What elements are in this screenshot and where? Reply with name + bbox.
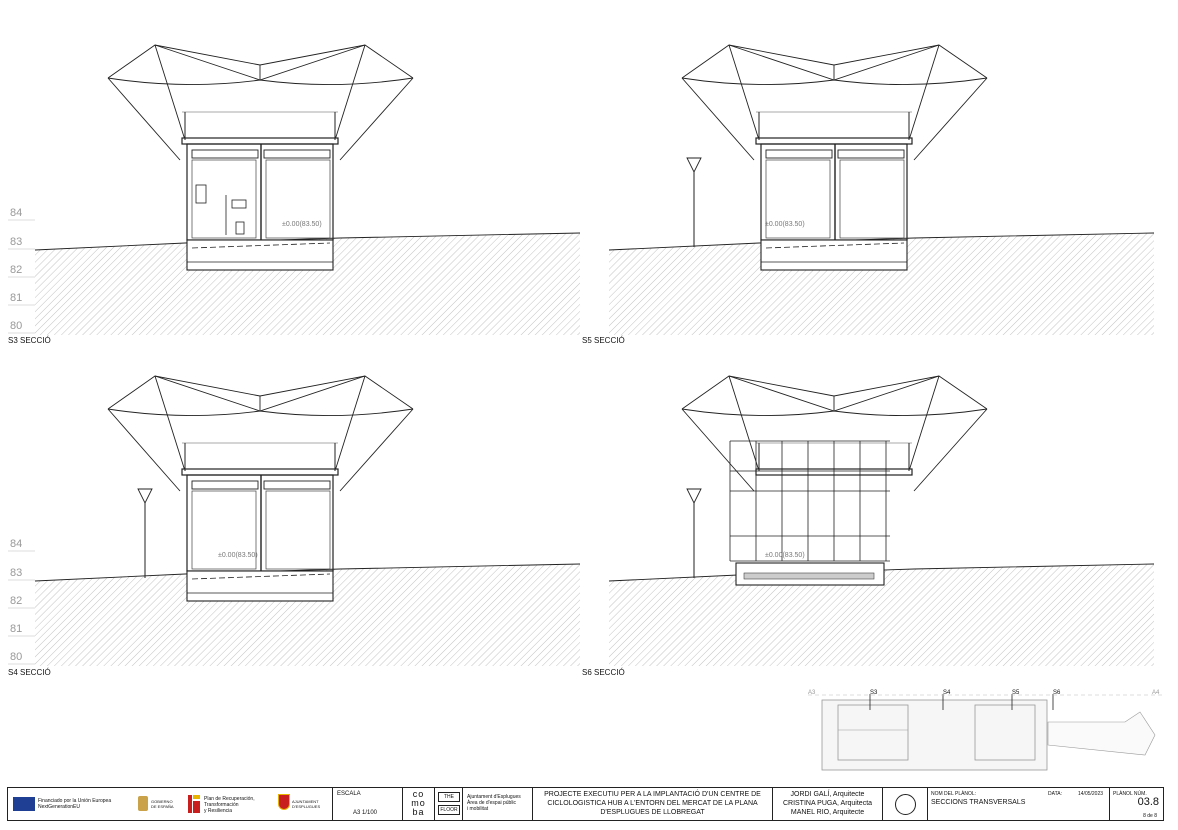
mirror-icon [195,184,207,204]
cabin-panel [839,159,905,239]
plan-text: Plan de Recuperación, Transformación y R… [204,796,255,814]
street-lamp-icon [686,157,702,174]
section-drawing [608,44,1155,335]
gov-text: GOBIERNO DE ESPAÑA [151,799,174,809]
canopy-line [728,375,760,472]
level-label: ±0.00(83.50) [218,552,258,559]
cabin-lintel [837,149,905,159]
office-logo: co mo ba [411,789,426,817]
the-floor-cell: THE FLOOR [435,788,463,820]
canopy-line [334,44,366,141]
section-drawing [8,375,581,666]
keyplan-edge-a4: A4 [1152,690,1160,696]
elevation-label: 83 [10,567,23,579]
canopy-line [681,408,988,416]
canopy-line [107,375,414,410]
canopy-line [107,408,414,416]
section-drawing [8,44,581,335]
street-lamp-icon [137,488,153,505]
keyplan-edge-a3: A3 [808,690,816,696]
stamp-circle-icon [895,794,916,815]
cabin-lintel [765,149,833,159]
elevation-label: 80 [10,651,23,663]
title-block: Financiado por la Unión Europea NextGene… [7,787,1164,821]
elevation-label: 81 [10,292,23,304]
canopy-line [728,44,760,141]
keyplan-marker-s4: S4 [943,690,951,696]
elevation-label: 80 [10,320,23,332]
cabin-panel [191,159,257,239]
foundation-slab [743,572,875,580]
eu-text: Financiado por la Unión Europea NextGene… [38,798,112,810]
cabin-panel [265,490,331,570]
canopy-line [681,375,988,410]
toilet-icon [231,199,247,209]
architects-cell: JORDI GALÍ, Arquitecte CRISTINA PUGA, Ar… [773,788,883,820]
cabin-lintel [191,149,259,159]
canopy-line [334,375,366,472]
project-title-cell: PROJECTE EXECUTIU PER A LA IMPLANTACIÓ D… [533,788,773,820]
eu-flag-icon [13,797,35,811]
canopy-line [681,77,988,85]
elevation-label: 81 [10,623,23,635]
level-label: ±0.00(83.50) [282,221,322,228]
elevation-label: 82 [10,264,23,276]
sections-drawing [8,44,1165,771]
toilet-icon [235,221,245,235]
canopy-line [154,375,186,472]
plan-number-cell: PLÀNOL NÚM. 03.8 8 de 8 [1113,791,1159,819]
level-label: ±0.00(83.50) [765,552,805,559]
roof-band [181,137,339,145]
elevation-label: 82 [10,595,23,607]
keyplan-marker-s5: S5 [1012,690,1020,696]
section-label-s6: S6 SECCIÓ [582,668,625,677]
roof-band [755,137,913,145]
canopy-line [908,375,940,472]
section-label-s3: S3 SECCIÓ [8,336,51,345]
keyplan-outline [821,699,1048,771]
cabin-lintel [263,149,331,159]
stamp-cell [883,788,928,820]
city-shield-icon [278,794,290,810]
roof-band [181,468,339,476]
canopy-line [107,77,414,85]
spain-coat-icon [138,796,148,811]
canopy-line [681,44,988,79]
scale-cell: ESCALA A3 1/100 [333,788,403,820]
cabin-lintel [263,480,331,490]
section-label-s5: S5 SECCIÓ [582,336,625,345]
drawing-sheet: S3 SECCIÓ S5 SECCIÓ S4 SECCIÓ S6 SECCIÓ … [0,0,1178,830]
canopy-line [154,44,186,141]
canopy-line [908,44,940,141]
office-logo-cell: co mo ba [403,788,435,820]
elevation-label: 83 [10,236,23,248]
foundation [186,570,334,602]
keyplan-ramp [1047,711,1156,756]
cabin-lintel [191,480,259,490]
street-lamp-icon [686,488,702,505]
canopy-line [107,44,414,79]
elevation-label: 84 [10,538,23,550]
section-label-s4: S4 SECCIÓ [8,668,51,677]
city-text: AJUNTAMENT D'ESPLUGUES [292,799,321,809]
plan-name-cell: NOM DEL PLÀNOL: SECCIONS TRANSVERSALS DA… [928,788,1110,820]
elevation-label: 84 [10,207,23,219]
foundation [760,239,908,271]
foundation [186,239,334,271]
keyplan-marker-s6: S6 [1053,690,1061,696]
client-cell: Ajuntament d'Esplugues Àrea de d'espai p… [463,788,533,820]
level-label: ±0.00(83.50) [765,221,805,228]
funding-logos: Financiado por la Unión Europea NextGene… [8,788,333,820]
keyplan-marker-s3: S3 [870,690,878,696]
section-drawing [608,375,1155,666]
recovery-plan-icon [188,795,200,813]
